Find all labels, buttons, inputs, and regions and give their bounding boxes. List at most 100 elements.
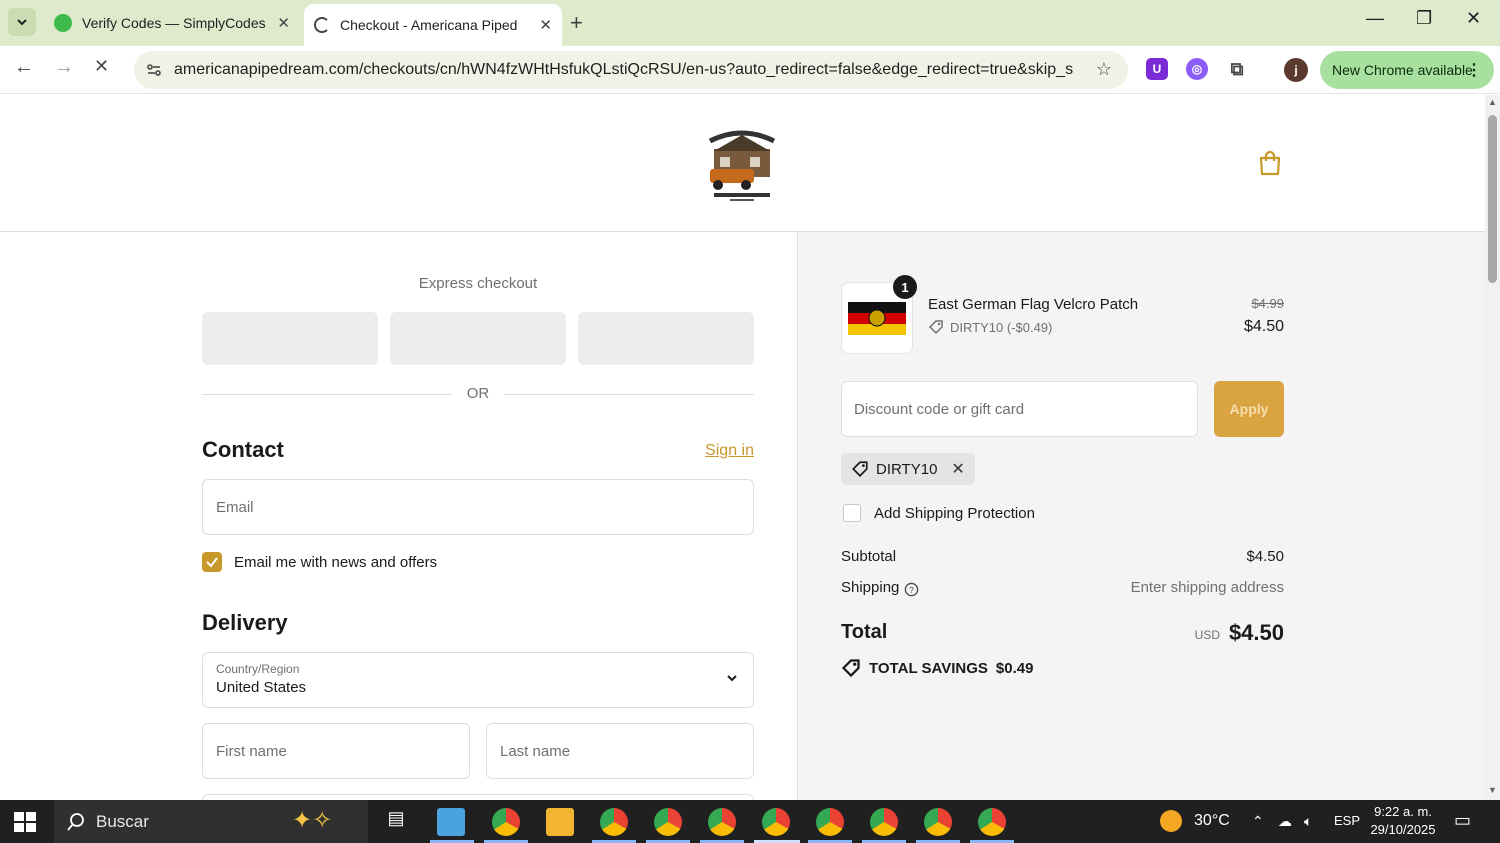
tab-checkout[interactable]: Checkout - Americana Pipedrea ✕ <box>304 4 562 46</box>
ublock-extension-icon[interactable]: U <box>1146 58 1168 80</box>
express-pay-button-3[interactable] <box>578 312 754 365</box>
store-logo[interactable] <box>700 123 784 203</box>
chrome-icon[interactable] <box>978 808 1006 836</box>
or-divider: OR <box>202 384 754 404</box>
forward-icon[interactable]: → <box>54 56 74 79</box>
email-field[interactable]: Email <box>202 479 754 535</box>
scrollbar-thumb[interactable] <box>1488 115 1497 283</box>
browser-toolbar: ← → ✕ americanapipedream.com/checkouts/c… <box>0 46 1500 94</box>
site-settings-icon[interactable] <box>144 60 164 80</box>
close-tab-icon[interactable]: ✕ <box>539 16 552 34</box>
sparkle-icon: ✦✧ <box>292 807 333 834</box>
help-circle-icon[interactable]: ? <box>904 582 919 597</box>
loading-spinner-icon <box>314 17 330 33</box>
temperature: 30°C <box>1194 812 1230 829</box>
sign-in-link[interactable]: Sign in <box>700 442 754 460</box>
currency-code: USD <box>1194 628 1220 642</box>
email-placeholder: Email <box>216 499 254 516</box>
profile-initial: j <box>1294 63 1298 77</box>
weather-widget[interactable]: 30°C <box>1160 810 1230 832</box>
clock[interactable]: 9:22 a. m. 29/10/2025 <box>1366 803 1440 839</box>
simplycodes-favicon-icon <box>54 14 72 32</box>
page-scrollbar[interactable]: ▲ ▼ <box>1485 95 1500 800</box>
country-select[interactable]: Country/Region United States <box>202 652 754 708</box>
back-icon[interactable]: ← <box>14 56 34 79</box>
time: 9:22 a. m. <box>1374 804 1432 819</box>
date: 29/10/2025 <box>1370 822 1436 837</box>
chrome-icon[interactable] <box>762 808 790 836</box>
search-icon <box>67 813 84 831</box>
subtotal-row: Subtotal $4.50 <box>841 548 1284 570</box>
subtotal-label: Subtotal <box>841 548 897 565</box>
close-tab-icon[interactable]: ✕ <box>277 14 290 32</box>
shipping-protection-row[interactable]: Add Shipping Protection <box>843 502 1035 524</box>
task-view-icon[interactable]: ▤ <box>382 808 410 836</box>
update-label: New Chrome available <box>1332 62 1473 78</box>
applied-code: DIRTY10 <box>876 460 938 478</box>
tab-title: Checkout - Americana Pipedrea <box>340 17 518 33</box>
taskbar-search-box[interactable]: Buscar ✦✧ <box>54 800 368 843</box>
chrome-icon[interactable] <box>870 808 898 836</box>
apply-button[interactable]: Apply <box>1214 381 1284 437</box>
tag-icon <box>841 659 860 678</box>
chrome-icon[interactable] <box>816 808 844 836</box>
extension-icon[interactable]: ◎ <box>1186 58 1208 80</box>
store-header <box>0 95 1485 232</box>
divider-line <box>504 394 754 395</box>
discount-code-input[interactable]: Discount code or gift card <box>841 381 1198 437</box>
file-explorer-icon[interactable] <box>546 808 574 836</box>
express-pay-button-2[interactable] <box>390 312 566 365</box>
scroll-down-arrow-icon[interactable]: ▼ <box>1488 785 1497 795</box>
chevron-down-icon <box>17 19 27 26</box>
windows-start-icon[interactable] <box>14 812 36 832</box>
minimize-icon[interactable]: — <box>1366 8 1384 29</box>
checkout-form: Express checkout OR Contact Sign in Emai… <box>0 232 797 800</box>
chrome-icon[interactable] <box>708 808 736 836</box>
order-summary: 1 East German Flag Velcro Patch DIRTY10 … <box>797 232 1485 800</box>
total-savings-row: TOTAL SAVINGS $0.49 <box>841 657 1033 679</box>
shipping-protection-checkbox[interactable] <box>843 504 861 522</box>
tab-search-button[interactable] <box>8 8 36 36</box>
delivery-heading: Delivery <box>202 610 288 635</box>
checkout-page: Express checkout OR Contact Sign in Emai… <box>0 95 1485 800</box>
stop-loading-icon[interactable]: ✕ <box>94 56 109 77</box>
new-tab-icon[interactable]: + <box>570 10 583 36</box>
subtotal-value: $4.50 <box>1246 548 1284 565</box>
first-name-field[interactable]: First name <box>202 723 470 779</box>
chrome-update-button[interactable]: New Chrome available ⋮ <box>1320 51 1494 89</box>
onedrive-icon[interactable]: ☁ <box>1278 813 1292 830</box>
url-text: americanapipedream.com/checkouts/cn/hWN4… <box>174 61 1074 78</box>
chrome-icon[interactable] <box>924 808 952 836</box>
address-bar[interactable]: americanapipedream.com/checkouts/cn/hWN4… <box>134 51 1128 89</box>
news-optin-checkbox[interactable] <box>202 552 222 572</box>
profile-avatar[interactable]: j <box>1284 58 1308 82</box>
scroll-up-arrow-icon[interactable]: ▲ <box>1488 97 1497 107</box>
remove-discount-icon[interactable]: ✕ <box>951 459 964 479</box>
more-menu-icon[interactable]: ⋮ <box>1466 60 1482 80</box>
express-pay-button-1[interactable] <box>202 312 378 365</box>
windows-taskbar: Buscar ✦✧ ▤ 30°C ⌃ ☁ 🔈︎ ESP 9:22 a. m. 2… <box>0 800 1500 843</box>
language-indicator[interactable]: ESP <box>1334 813 1360 828</box>
express-checkout-label: Express checkout <box>418 275 538 292</box>
chrome-icon[interactable] <box>492 808 520 836</box>
volume-icon[interactable]: 🔈︎ <box>1304 813 1312 830</box>
close-window-icon[interactable]: ✕ <box>1466 8 1481 29</box>
last-name-field[interactable]: Last name <box>486 723 754 779</box>
total-label: Total <box>841 621 888 643</box>
chrome-icon[interactable] <box>600 808 628 836</box>
country-value: United States <box>216 679 307 696</box>
bookmark-star-icon[interactable]: ☆ <box>1096 59 1112 80</box>
shipping-label: Shipping <box>841 579 900 596</box>
shopping-bag-icon[interactable] <box>1256 149 1284 177</box>
restore-icon[interactable]: ❐ <box>1416 8 1432 29</box>
savings-label: TOTAL SAVINGS <box>869 659 988 677</box>
tab-simplycodes[interactable]: Verify Codes — SimplyCodes ✕ <box>44 5 300 41</box>
original-price: $4.99 <box>1251 296 1284 311</box>
puzzle-extensions-icon[interactable]: ⧉ <box>1226 58 1248 80</box>
show-hidden-icons-icon[interactable]: ⌃ <box>1252 813 1264 830</box>
app-icon[interactable] <box>437 808 465 836</box>
notifications-icon[interactable]: ▭ <box>1454 810 1471 831</box>
chrome-icon[interactable] <box>654 808 682 836</box>
news-optin-row[interactable]: Email me with news and offers <box>202 551 437 573</box>
product-name: East German Flag Velcro Patch <box>928 296 1139 313</box>
